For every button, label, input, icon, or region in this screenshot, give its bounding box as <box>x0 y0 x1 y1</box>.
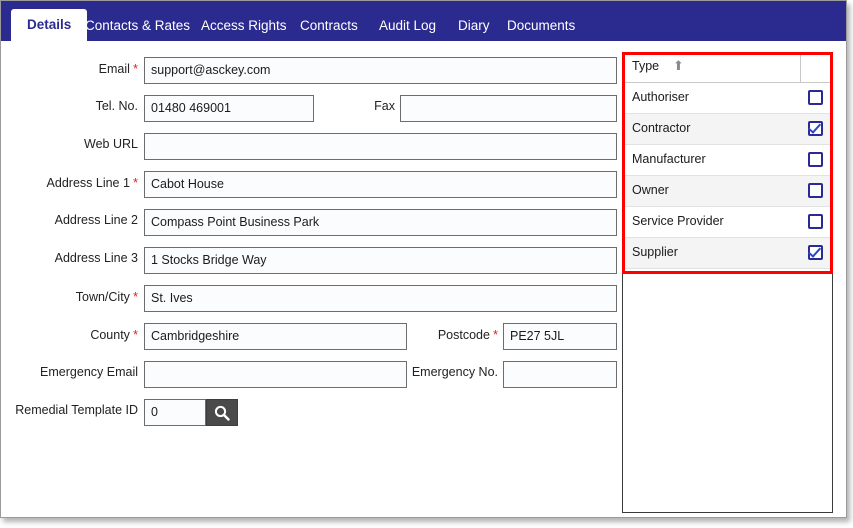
search-icon <box>214 405 230 421</box>
field-row-address-line-3: Address Line 3 1 Stocks Bridge Way <box>1 247 621 275</box>
label-town-city: Town/City * <box>76 289 138 304</box>
field-row-web-url: Web URL <box>1 133 621 161</box>
label-text: Address Line 3 <box>54 251 138 265</box>
input-address-line-2[interactable]: Compass Point Business Park <box>144 209 617 236</box>
label-text: Address Line 1 <box>46 176 130 190</box>
label-address-line-3: Address Line 3 <box>55 251 138 265</box>
label-text: Email <box>98 62 130 76</box>
tab-label: Diary <box>458 18 490 33</box>
required-marker: * <box>132 61 138 76</box>
required-marker: * <box>132 289 138 304</box>
label-email: Email * <box>99 61 138 76</box>
label-web-url: Web URL <box>84 137 138 151</box>
input-town-city[interactable]: St. Ives <box>144 285 617 312</box>
type-row[interactable]: Contractor <box>623 114 832 145</box>
type-row-checkbox[interactable] <box>808 90 823 105</box>
type-row-checkbox[interactable] <box>808 152 823 167</box>
type-row-label: Owner <box>632 183 669 197</box>
required-marker: * <box>492 327 498 342</box>
label-fax: Fax <box>374 99 395 113</box>
type-row[interactable]: Owner <box>623 176 832 207</box>
column-divider <box>800 53 801 82</box>
tab-access-rights[interactable]: Access Rights <box>201 12 287 41</box>
type-row-checkbox[interactable] <box>808 183 823 198</box>
input-address-line-3[interactable]: 1 Stocks Bridge Way <box>144 247 617 274</box>
type-row-label: Supplier <box>632 245 678 259</box>
tab-label: Details <box>27 17 72 32</box>
input-emergency-no[interactable] <box>503 361 617 388</box>
input-remedial-template-id[interactable]: 0 <box>144 399 206 426</box>
field-row-fax: Fax <box>1 95 621 123</box>
tab-bar: Details Contacts & Rates Access Rights Cont… <box>1 1 846 41</box>
tab-label: Audit Log <box>379 18 437 33</box>
label-text: Fax <box>374 99 395 113</box>
label-address-line-1: Address Line 1 * <box>47 175 138 190</box>
label-postcode: Postcode * <box>438 327 498 342</box>
tab-label: Contracts <box>300 18 358 33</box>
input-email[interactable]: support@asckey.com <box>144 57 617 84</box>
type-row-label: Authoriser <box>632 90 689 104</box>
tab-label: Documents <box>507 18 576 33</box>
required-marker: * <box>132 175 138 190</box>
label-text: Town/City <box>75 290 130 304</box>
application-window: Details Contacts & Rates Access Rights Cont… <box>0 0 847 518</box>
tab-details[interactable]: Details <box>11 9 88 41</box>
tab-contracts[interactable]: Contracts <box>300 12 358 41</box>
type-row[interactable]: Supplier <box>623 238 832 269</box>
type-row-checkbox[interactable] <box>808 245 823 260</box>
type-row-label: Contractor <box>632 121 691 135</box>
input-postcode[interactable]: PE27 5JL <box>503 323 617 350</box>
label-remedial-template-id: Remedial Template ID <box>15 403 138 417</box>
tab-label: Access Rights <box>201 18 287 33</box>
details-form: Email * support@asckey.com Tel. No. 01480 46… <box>1 41 621 517</box>
type-row[interactable]: Authoriser <box>623 83 832 114</box>
field-row-address-line-1: Address Line 1 * Cabot House <box>1 171 621 199</box>
type-grid-rows: Authoriser Contractor Manufacturer Owner Ser… <box>623 83 832 269</box>
type-row-label: Service Provider <box>632 214 724 228</box>
input-address-line-1[interactable]: Cabot House <box>144 171 617 198</box>
label-text: Remedial Template ID <box>15 403 138 417</box>
label-text: Web URL <box>84 137 138 151</box>
tab-diary[interactable]: Diary <box>458 12 490 41</box>
remedial-template-search-button[interactable] <box>206 399 238 426</box>
field-row-emergency-no: Emergency No. <box>1 361 621 389</box>
label-text: Emergency No. <box>411 365 498 379</box>
label-text: Postcode <box>437 328 490 342</box>
tab-documents[interactable]: Documents <box>507 12 575 41</box>
type-row[interactable]: Manufacturer <box>623 145 832 176</box>
tab-contacts-rates[interactable]: Contacts & Rates <box>85 12 190 41</box>
sort-ascending-icon[interactable]: ⬆ <box>673 59 684 73</box>
type-grid-header: Type ⬆ <box>623 53 832 83</box>
field-row-postcode: Postcode * PE27 5JL <box>1 323 621 351</box>
type-row-checkbox[interactable] <box>808 121 823 136</box>
field-row-email: Email * support@asckey.com <box>1 57 621 85</box>
input-web-url[interactable] <box>144 133 617 160</box>
type-row-checkbox[interactable] <box>808 214 823 229</box>
field-row-remedial-template-id: Remedial Template ID 0 <box>1 399 621 427</box>
column-header-type[interactable]: Type <box>632 59 659 73</box>
type-row-label: Manufacturer <box>632 152 706 166</box>
tab-label: Contacts & Rates <box>85 18 191 33</box>
label-address-line-2: Address Line 2 <box>55 213 138 227</box>
type-row[interactable]: Service Provider <box>623 207 832 238</box>
tab-audit-log[interactable]: Audit Log <box>379 12 436 41</box>
label-text: Address Line 2 <box>54 213 138 227</box>
input-fax[interactable] <box>400 95 617 122</box>
label-emergency-no: Emergency No. <box>412 365 498 379</box>
type-grid-panel: Type ⬆ Authoriser Contractor Manufacturer O… <box>622 52 833 513</box>
field-row-address-line-2: Address Line 2 Compass Point Business Par… <box>1 209 621 237</box>
field-row-town-city: Town/City * St. Ives <box>1 285 621 313</box>
